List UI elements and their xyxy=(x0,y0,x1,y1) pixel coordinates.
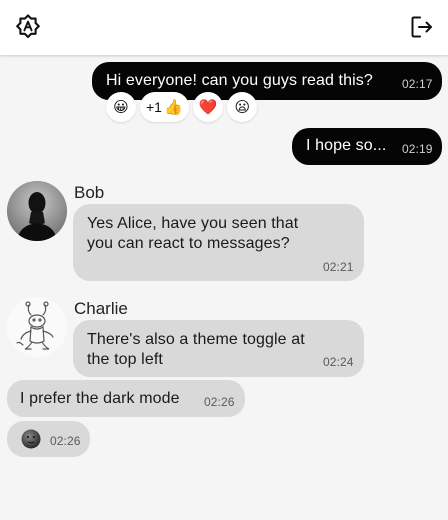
thumbs-up-icon: 👍 xyxy=(163,99,183,116)
message-text: I prefer the dark mode xyxy=(20,390,180,407)
message-text: There's also a theme toggle at the top l… xyxy=(87,331,305,368)
reaction-thumbs-up[interactable]: +1 👍 xyxy=(140,92,189,122)
logout-button[interactable] xyxy=(408,13,436,41)
dark-moon-face-icon xyxy=(21,429,41,449)
heart-icon: ❤️ xyxy=(198,99,218,116)
message-bubble[interactable]: Yes Alice, have you seen that you can re… xyxy=(73,204,364,281)
message-time: 02:21 xyxy=(323,260,354,274)
message-text: Yes Alice, have you seen that you can re… xyxy=(87,215,299,252)
top-bar xyxy=(0,0,448,55)
logout-icon xyxy=(411,16,432,38)
message-time: 02:17 xyxy=(402,77,433,91)
sender-name: Charlie xyxy=(74,299,128,318)
message-time: 02:24 xyxy=(323,355,354,369)
message-time: 02:19 xyxy=(402,142,433,156)
grinning-face-icon: 😀 xyxy=(113,99,129,116)
avatar-charlie[interactable] xyxy=(7,297,67,357)
message-time: 02:26 xyxy=(50,434,81,448)
message-bubble[interactable]: There's also a theme toggle at the top l… xyxy=(73,320,364,377)
message-text: I hope so... xyxy=(306,137,387,154)
message-time: 02:26 xyxy=(204,395,235,409)
alien-sketch-icon xyxy=(7,297,67,357)
reaction-heart[interactable]: ❤️ xyxy=(192,92,224,122)
message-bubble[interactable]: I hope so... 02:19 xyxy=(292,128,442,165)
theme-toggle-icon xyxy=(16,14,40,39)
reaction-bar: 😀 +1 👍 ❤️ 😦 xyxy=(106,92,258,122)
bust-silhouette-icon xyxy=(7,181,67,241)
frowning-face-icon: 😦 xyxy=(234,99,251,116)
reaction-grinning[interactable]: 😀 xyxy=(106,92,136,122)
message-text: Hi everyone! can you guys read this? xyxy=(106,72,373,89)
theme-toggle-button[interactable] xyxy=(14,13,42,41)
sender-name: Bob xyxy=(74,183,105,202)
message-bubble[interactable]: I prefer the dark mode 02:26 xyxy=(7,380,245,417)
message-bubble[interactable]: 02:26 xyxy=(7,421,90,457)
reaction-count: +1 xyxy=(146,99,162,115)
avatar-bob[interactable] xyxy=(7,181,67,241)
reaction-frowning[interactable]: 😦 xyxy=(227,92,258,122)
